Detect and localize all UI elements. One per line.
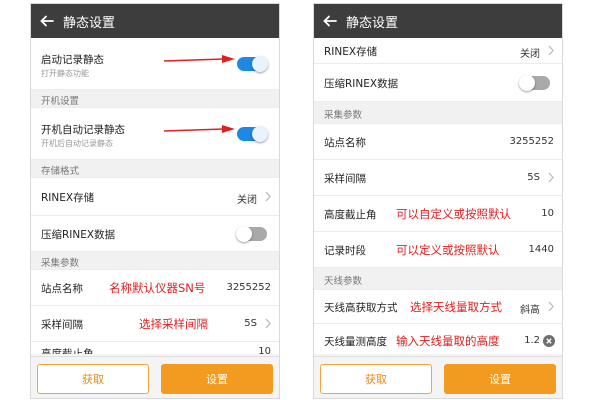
- section-header-label: 天线参数: [324, 276, 363, 287]
- chevron-right-icon: [265, 318, 271, 329]
- chevron-right-icon: [265, 191, 271, 202]
- page-title: 静态设置: [346, 15, 399, 31]
- page-title: 静态设置: [63, 15, 116, 31]
- setting-label: 天线高获取方式: [324, 302, 398, 314]
- setting-sample-interval[interactable]: 采样间隔 5S: [314, 160, 562, 196]
- section-header-label: 开机设置: [41, 96, 80, 107]
- bottom-button-bar: 获取 设置: [31, 356, 279, 398]
- annotation-arrow-icon: [163, 55, 235, 63]
- setting-compress-rinex[interactable]: 压缩RINEX数据: [31, 216, 279, 252]
- right-phone-screen: 静态设置 RINEX存储 关闭 压缩RINEX数据 采集参数 站点名称 3255…: [313, 3, 563, 399]
- setting-label: 记录时段: [324, 245, 366, 257]
- setting-label: RINEX存储: [41, 192, 95, 204]
- setting-label: RINEX存储: [324, 46, 378, 58]
- setting-value: 5S: [527, 172, 540, 183]
- annotation-arrow-icon: [163, 125, 235, 133]
- static-record-toggle[interactable]: [237, 56, 268, 72]
- setting-value: 3255252: [226, 282, 271, 293]
- chevron-right-icon: [548, 45, 554, 56]
- setting-label: 站点名称: [324, 137, 366, 149]
- setting-value: 1.2: [524, 335, 540, 346]
- setting-boot-auto-record[interactable]: 开机自动记录静态 开机后自动记录静态: [31, 108, 279, 160]
- setting-label: 压缩RINEX数据: [324, 78, 399, 90]
- compress-rinex-toggle[interactable]: [519, 75, 550, 91]
- back-button[interactable]: [31, 4, 63, 38]
- setting-record-period[interactable]: 记录时段 1440 可以定义或按照默认: [314, 232, 562, 268]
- app-bar: 静态设置: [31, 4, 279, 38]
- setting-label: 站点名称: [41, 283, 83, 295]
- fetch-button[interactable]: 获取: [37, 364, 149, 394]
- section-header-collect: 采集参数: [31, 252, 279, 270]
- setting-value: 10: [541, 208, 554, 219]
- toggle-knob: [236, 226, 252, 242]
- compress-rinex-toggle[interactable]: [236, 226, 267, 242]
- annotation-site-name: 名称默认仪器SN号: [109, 281, 206, 295]
- chevron-right-icon: [548, 172, 554, 183]
- arrow-left-icon: [40, 15, 54, 27]
- setting-antenna-method[interactable]: 天线高获取方式 斜高 选择天线量取方式: [314, 290, 562, 324]
- setting-value: 3255252: [509, 136, 554, 147]
- toggle-knob: [519, 75, 535, 91]
- setting-elevation-mask[interactable]: 高度截止角 10 可以自定义或按照默认: [314, 196, 562, 232]
- section-header-collect: 采集参数: [314, 102, 562, 124]
- settings-list: 启动记录静态 打开静态功能 开机设置 开机自动记录静态 开机后自动记录静态 存储…: [31, 38, 279, 354]
- clear-input-icon[interactable]: [543, 335, 555, 347]
- setting-sublabel: 打开静态功能: [41, 69, 89, 78]
- setting-value: 5S: [244, 318, 257, 329]
- section-header-label: 存储格式: [41, 166, 80, 177]
- section-header-boot: 开机设置: [31, 90, 279, 108]
- setting-value: 10: [258, 346, 271, 354]
- section-header-antenna: 天线参数: [314, 268, 562, 290]
- bottom-button-bar: 获取 设置: [314, 356, 562, 398]
- setting-label: 采样间隔: [41, 319, 83, 331]
- section-header-label: 采集参数: [41, 258, 80, 269]
- setting-elevation-mask[interactable]: 高度截止角 10: [31, 342, 279, 354]
- setting-rinex-storage[interactable]: RINEX存储 关闭: [314, 38, 562, 64]
- section-header-label: 采集参数: [324, 110, 363, 121]
- setting-sublabel: 开机后自动记录静态: [41, 139, 113, 148]
- toggle-knob: [252, 56, 268, 72]
- set-button[interactable]: 设置: [161, 364, 273, 394]
- setting-label: 开机自动记录静态: [41, 124, 125, 136]
- setting-label: 高度截止角: [324, 209, 377, 221]
- back-button[interactable]: [314, 4, 346, 38]
- left-phone-screen: 静态设置 启动记录静态 打开静态功能 开机设置 开机自动记录静态 开机后自动记录…: [30, 3, 280, 399]
- toggle-knob: [252, 126, 268, 142]
- annotation-elevation-mask: 可以自定义或按照默认: [396, 207, 511, 221]
- section-header-storage: 存储格式: [31, 160, 279, 178]
- setting-value: 1440: [528, 244, 554, 255]
- setting-value: 关闭: [520, 49, 540, 60]
- setting-sample-interval[interactable]: 采样间隔 5S 选择采样间隔: [31, 306, 279, 342]
- setting-label: 天线量测高度: [324, 336, 387, 348]
- app-bar: 静态设置: [314, 4, 562, 38]
- settings-list: RINEX存储 关闭 压缩RINEX数据 采集参数 站点名称 3255252 采…: [314, 38, 562, 354]
- annotation-sample-interval: 选择采样间隔: [139, 317, 208, 331]
- setting-value: 斜高: [520, 305, 540, 316]
- setting-rinex-storage[interactable]: RINEX存储 关闭: [31, 178, 279, 216]
- setting-label: 压缩RINEX数据: [41, 229, 116, 241]
- setting-label: 启动记录静态: [41, 54, 104, 66]
- setting-antenna-measure[interactable]: 天线量测高度 1.2 输入天线量取的高度: [314, 324, 562, 354]
- setting-compress-rinex[interactable]: 压缩RINEX数据: [314, 64, 562, 102]
- fetch-button[interactable]: 获取: [320, 364, 432, 394]
- set-button[interactable]: 设置: [444, 364, 556, 394]
- setting-site-name[interactable]: 站点名称 3255252: [314, 124, 562, 160]
- chevron-right-icon: [548, 301, 554, 312]
- setting-value: 关闭: [237, 195, 257, 206]
- boot-auto-record-toggle[interactable]: [237, 126, 268, 142]
- annotation-antenna-method: 选择天线量取方式: [410, 300, 502, 314]
- setting-site-name[interactable]: 站点名称 3255252 名称默认仪器SN号: [31, 270, 279, 306]
- arrow-left-icon: [323, 15, 337, 27]
- setting-label: 高度截止角: [41, 348, 94, 354]
- annotation-antenna-measure: 输入天线量取的高度: [396, 334, 500, 348]
- annotation-record-period: 可以定义或按照默认: [396, 243, 500, 257]
- setting-static-record[interactable]: 启动记录静态 打开静态功能: [31, 38, 279, 90]
- setting-label: 采样间隔: [324, 173, 366, 185]
